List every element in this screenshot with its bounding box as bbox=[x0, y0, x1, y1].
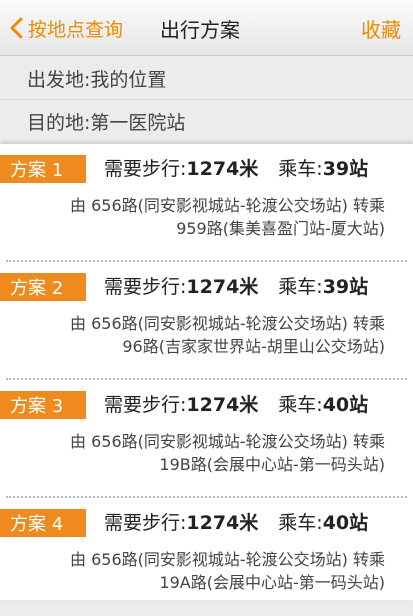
ride-label: 乘车: bbox=[278, 512, 323, 534]
plan-detail: 由 656路(同安影视城站-轮渡公交场站) 转乘 19B路(会展中心站-第一码头… bbox=[25, 430, 385, 476]
plan-summary: 需要步行:1274米 乘车:39站 bbox=[104, 272, 368, 299]
plan-detail-line: 959路(集美喜盈门站-厦大站) bbox=[176, 219, 385, 238]
back-button-label: 按地点查询 bbox=[28, 18, 124, 41]
ride-label: 乘车: bbox=[278, 158, 323, 180]
plan-detail: 由 656路(同安影视城站-轮渡公交场站) 转乘 959路(集美喜盈门站-厦大站… bbox=[25, 194, 385, 240]
plan-list: 方案 1 需要步行:1274米 乘车:39站 由 656路(同安影视城站-轮渡公交… bbox=[0, 144, 413, 600]
plan-item[interactable]: 方案 4 需要步行:1274米 乘车:40站 由 656路(同安影视城站-轮渡公交… bbox=[0, 498, 413, 616]
plan-item[interactable]: 方案 2 需要步行:1274米 乘车:39站 由 656路(同安影视城站-轮渡公交… bbox=[0, 262, 413, 380]
plan-tag: 方案 2 bbox=[0, 273, 86, 301]
plan-item[interactable]: 方案 1 需要步行:1274米 乘车:39站 由 656路(同安影视城站-轮渡公交… bbox=[0, 144, 413, 262]
plan-tag: 方案 4 bbox=[0, 509, 86, 537]
plan-detail-line: 由 656路(同安影视城站-轮渡公交场站) 转乘 bbox=[70, 196, 385, 215]
favorite-button[interactable]: 收藏 bbox=[361, 14, 401, 43]
plan-detail: 由 656路(同安影视城站-轮渡公交场站) 转乘 96路(吉家家世界站-胡里山公… bbox=[25, 312, 385, 358]
plan-tag: 方案 3 bbox=[0, 391, 86, 419]
walk-label: 需要步行: bbox=[104, 276, 187, 298]
plan-detail-line: 由 656路(同安影视城站-轮渡公交场站) 转乘 bbox=[70, 432, 385, 451]
plan-summary: 需要步行:1274米 乘车:39站 bbox=[104, 154, 368, 181]
page-title: 出行方案 bbox=[160, 18, 240, 42]
plan-summary: 需要步行:1274米 乘车:40站 bbox=[104, 390, 368, 417]
plan-detail-line: 19B路(会展中心站-第一码头站) bbox=[159, 455, 385, 474]
walk-label: 需要步行: bbox=[104, 394, 187, 416]
ride-label: 乘车: bbox=[278, 394, 323, 416]
walk-value: 1274米 bbox=[186, 512, 259, 534]
plan-detail-line: 96路(吉家家世界站-胡里山公交场站) bbox=[122, 337, 385, 356]
walk-label: 需要步行: bbox=[104, 512, 187, 534]
chevron-left-icon bbox=[10, 17, 23, 39]
ride-value: 39站 bbox=[322, 276, 369, 298]
divider bbox=[0, 99, 413, 100]
navigation-bar: 按地点查询 出行方案 收藏 bbox=[0, 0, 413, 56]
walk-value: 1274米 bbox=[186, 394, 259, 416]
route-summary: 出发地:我的位置 目的地:第一医院站 bbox=[0, 56, 413, 144]
walk-value: 1274米 bbox=[186, 276, 259, 298]
plan-item[interactable]: 方案 3 需要步行:1274米 乘车:40站 由 656路(同安影视城站-轮渡公交… bbox=[0, 380, 413, 498]
origin-label: 出发地:我的位置 bbox=[27, 69, 167, 91]
walk-label: 需要步行: bbox=[104, 158, 187, 180]
ride-label: 乘车: bbox=[278, 276, 323, 298]
back-button[interactable]: 按地点查询 bbox=[8, 12, 123, 44]
ride-value: 40站 bbox=[322, 394, 369, 416]
ride-value: 40站 bbox=[322, 512, 369, 534]
plan-detail-line: 由 656路(同安影视城站-轮渡公交场站) 转乘 bbox=[70, 314, 385, 333]
plan-tag: 方案 1 bbox=[0, 155, 86, 183]
plan-detail-line: 19A路(会展中心站-第一码头站) bbox=[159, 573, 385, 592]
plan-summary: 需要步行:1274米 乘车:40站 bbox=[104, 508, 368, 535]
plan-detail: 由 656路(同安影视城站-轮渡公交场站) 转乘 19A路(会展中心站-第一码头… bbox=[25, 548, 385, 594]
walk-value: 1274米 bbox=[186, 158, 259, 180]
destination-label: 目的地:第一医院站 bbox=[27, 112, 186, 134]
ride-value: 39站 bbox=[322, 158, 369, 180]
plan-detail-line: 由 656路(同安影视城站-轮渡公交场站) 转乘 bbox=[70, 550, 385, 569]
